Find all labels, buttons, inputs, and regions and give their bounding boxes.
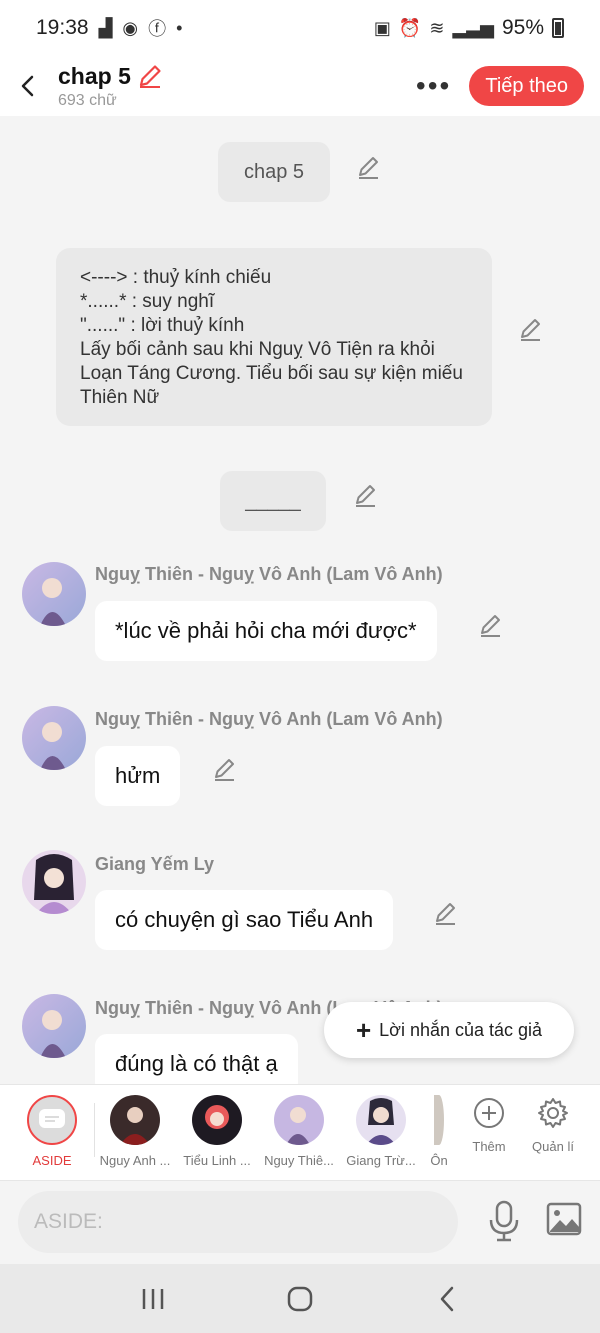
edit-icon[interactable] [356, 154, 382, 180]
recents-button[interactable] [133, 1279, 173, 1319]
recents-icon [143, 1288, 164, 1309]
character-avatar-icon [356, 1095, 406, 1145]
battery-icon [552, 18, 564, 38]
character-avatar [356, 1095, 406, 1145]
status-time: 19:38 [36, 16, 89, 39]
separator-bubble[interactable]: _____ [220, 471, 326, 531]
aside-circle [27, 1095, 77, 1145]
character-item[interactable]: Nguy Anh ... [94, 1095, 176, 1168]
character-name: Nguy Anh ... [99, 1153, 171, 1168]
character-name: Tiểu Linh ... [183, 1153, 251, 1168]
home-button[interactable] [280, 1279, 320, 1319]
signal-icon: ▂▃▅ [452, 17, 494, 38]
character-avatar [274, 1095, 324, 1145]
character-item[interactable]: Nguy Thiê... [258, 1095, 340, 1168]
avatar[interactable] [22, 706, 86, 770]
home-icon [287, 1286, 313, 1311]
author-note-label: Lời nhắn của tác giả [379, 1019, 543, 1040]
character-avatar-icon [22, 562, 86, 626]
character-avatar [110, 1095, 160, 1145]
avatar[interactable] [22, 994, 86, 1058]
character-avatar-icon [22, 706, 86, 770]
character-item[interactable]: Tiểu Linh ... [176, 1095, 258, 1168]
edit-icon[interactable] [433, 900, 459, 926]
character-avatar-icon [192, 1095, 242, 1145]
character-name: Nguy Thiê... [264, 1153, 334, 1168]
author-note-bubble[interactable]: <----> : thuỷ kính chiếu *......* : suy … [56, 248, 492, 426]
speaker-name: Nguỵ Thiên - Nguỵ Vô Anh (Lam Vô Anh) [95, 709, 443, 729]
story-content[interactable]: chap 5 <----> : thuỷ kính chiếu *......*… [0, 116, 600, 1084]
author-note-button[interactable]: + Lời nhắn của tác giả [324, 1002, 574, 1058]
message-bubble[interactable]: *lúc về phải hỏi cha mới được* [95, 601, 437, 661]
aside-chat-icon [39, 1109, 65, 1128]
alarm-icon: ⏰ [398, 17, 422, 38]
character-avatar [434, 1095, 444, 1145]
back-icon [440, 1286, 453, 1311]
add-label: Thêm [472, 1139, 506, 1154]
message-bubble[interactable]: hửm [95, 746, 181, 806]
back-nav-button[interactable] [427, 1279, 467, 1319]
character-avatar-icon [274, 1095, 324, 1145]
system-nav-bar [0, 1264, 600, 1333]
status-bar: 19:38 ▟ ◉ ⓕ • ▣ ⏰ ≋ ▂▃▅ 95% [0, 0, 600, 56]
dot-icon: • [176, 17, 183, 38]
edit-icon[interactable] [353, 482, 379, 508]
edit-title-icon[interactable] [137, 63, 163, 89]
battery-percent: 95% [501, 16, 544, 39]
image-icon[interactable] [546, 1201, 582, 1237]
owl-app-icon: ◉ [122, 17, 139, 38]
microphone-icon[interactable] [486, 1199, 522, 1243]
battery-saver-icon: ▣ [373, 17, 391, 38]
character-avatar-icon [22, 994, 86, 1058]
edit-icon[interactable] [212, 756, 238, 782]
input-bar [0, 1180, 600, 1264]
avatar[interactable] [22, 850, 86, 914]
aside-character[interactable]: ASIDE [11, 1095, 93, 1168]
message-bubble[interactable]: đúng là có thật ạ [95, 1034, 298, 1084]
wifi-icon: ≋ [429, 17, 445, 38]
aside-label: ASIDE [32, 1153, 72, 1168]
edit-icon[interactable] [518, 316, 544, 342]
signal-alt-icon: ▟ [98, 17, 113, 38]
character-bar: ASIDE Nguy Anh ... Tiểu Linh ... Nguy Th… [0, 1084, 600, 1180]
chapter-title-bubble[interactable]: chap 5 [218, 142, 330, 202]
back-button[interactable] [6, 64, 50, 108]
character-avatar [192, 1095, 242, 1145]
character-avatar-icon [110, 1095, 160, 1145]
manage-characters-button[interactable]: Quản lí [518, 1097, 588, 1154]
character-avatar-icon [22, 850, 86, 914]
page-title: chap 5 [58, 62, 131, 89]
character-name: Ôn [430, 1153, 448, 1168]
facebook-icon: ⓕ [148, 19, 167, 39]
add-character-button[interactable]: Thêm [454, 1097, 524, 1154]
speaker-name: Nguỵ Thiên - Nguỵ Vô Anh (Lam Vô Anh) [95, 564, 443, 584]
message-input[interactable] [18, 1191, 458, 1253]
speaker-name: Giang Yếm Ly [95, 854, 215, 874]
word-count: 693 chữ [58, 91, 117, 109]
avatar[interactable] [22, 562, 86, 626]
edit-icon[interactable] [478, 612, 504, 638]
gear-icon [538, 1098, 568, 1128]
message-bubble[interactable]: có chuyện gì sao Tiểu Anh [95, 890, 394, 950]
header: chap 5 693 chữ ••• Tiếp theo [0, 56, 600, 116]
plus-circle-icon [474, 1098, 504, 1128]
more-options-button[interactable]: ••• [398, 72, 469, 100]
manage-label: Quản lí [532, 1139, 574, 1154]
next-button[interactable]: Tiếp theo [469, 66, 584, 106]
plus-icon: + [355, 1015, 372, 1045]
chevron-left-icon [21, 75, 34, 97]
